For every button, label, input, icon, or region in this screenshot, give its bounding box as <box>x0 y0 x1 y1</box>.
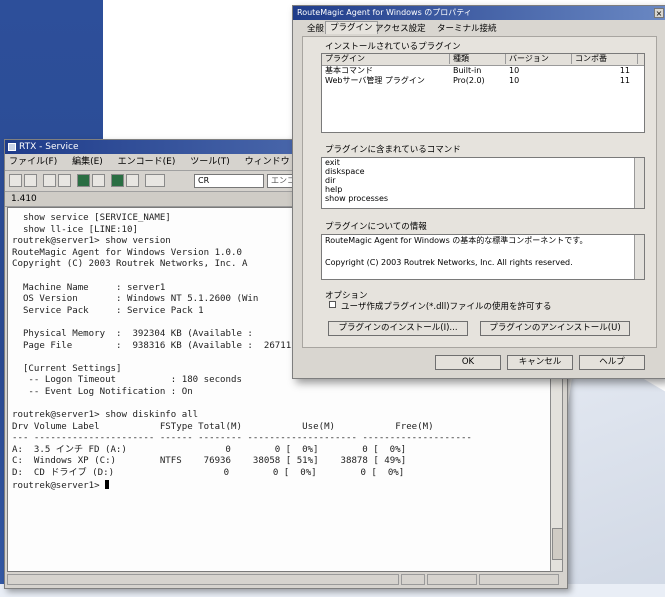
save-icon[interactable] <box>24 174 37 187</box>
newline-select[interactable]: CR <box>194 174 264 188</box>
allow-user-plugins-checkbox[interactable] <box>329 301 336 308</box>
terminal-line: routrek@server1> show diskinfo all <box>12 410 199 421</box>
dialog-tabs: 全般 プラグイン アクセス設定 ターミナル接続 <box>293 20 665 36</box>
terminal-line: Machine Name : server1 <box>12 282 166 293</box>
print-icon[interactable] <box>126 174 139 187</box>
terminal-line: [Current Settings] <box>12 363 122 374</box>
terminal-line: D: CD ドライブ (D:) 0 0 [ 0%] 0 [ 0%] <box>12 468 405 479</box>
status-cell-3 <box>479 574 559 585</box>
terminal-line: show service [SERVICE_NAME] <box>12 213 171 223</box>
tab-terminal[interactable]: ターミナル接続 <box>433 23 501 35</box>
plugin-info-label: プラグインについての情報 <box>325 222 427 232</box>
col-version[interactable]: バージョン <box>506 54 572 64</box>
allow-user-plugins-label: ユーザ作成プラグイン(*.dll)ファイルの使用を許可する <box>341 302 552 312</box>
plugin-version: 10 <box>509 66 520 75</box>
dialog-title: RouteMagic Agent for Windows のプロパティ <box>297 8 472 17</box>
plugin-name: Webサーバ管理 プラグイン <box>325 76 425 85</box>
status-cell-2 <box>427 574 477 585</box>
command-list-scrollbar[interactable] <box>634 158 644 208</box>
terminal-line: Copyright (C) 2003 Routrek Networks, Inc… <box>12 259 248 270</box>
command-item[interactable]: diskspace <box>322 167 644 176</box>
plugin-type: Built-in <box>453 66 482 75</box>
tab-access[interactable]: アクセス設定 <box>371 23 430 35</box>
log-icon[interactable] <box>111 174 124 187</box>
menu-window[interactable]: ウィンドウ <box>245 157 290 167</box>
terminal-line: OS Version : Windows NT 5.1.2600 (Win <box>12 294 259 305</box>
plugin-name: 基本コマンド <box>325 66 373 75</box>
col-plugin[interactable]: プラグイン <box>322 54 450 64</box>
info-line: Copyright (C) 2003 Routrek Networks, Inc… <box>325 258 573 267</box>
command-list[interactable]: exit diskspace dir help show processes <box>321 157 645 209</box>
ok-button[interactable]: OK <box>435 355 501 370</box>
uninstall-plugin-button[interactable]: プラグインのアンインストール(U) <box>480 321 630 336</box>
command-item[interactable]: show processes <box>322 194 644 203</box>
plugin-list[interactable]: プラグイン 種類 バージョン コンポ番 基本コマンド Built-in 10 1… <box>321 53 645 133</box>
keyboard-icon[interactable] <box>145 174 165 187</box>
menu-tools[interactable]: ツール(T) <box>190 157 230 167</box>
terminal-line: Drv Volume Label FSType Total(M) Use(M) … <box>12 421 434 432</box>
command-item[interactable]: dir <box>322 176 644 185</box>
terminal-line: RouteMagic Agent for Windows Version 1.0… <box>12 247 242 258</box>
status-cell-icon <box>401 574 425 585</box>
plugin-comp: 11 <box>619 76 630 85</box>
terminal-line: C: Windows XP (C:) NTFS 76936 38058 [ 51… <box>12 456 407 467</box>
terminal-line: -- Logon Timeout : 180 seconds <box>12 375 242 386</box>
menu-file[interactable]: ファイル(F) <box>9 157 57 167</box>
terminal-cursor <box>105 479 110 489</box>
menu-encoding[interactable]: エンコード(E) <box>118 157 176 167</box>
new-icon[interactable] <box>9 174 22 187</box>
terminal-line: routrek@server1> show version <box>12 236 171 247</box>
command-item[interactable]: help <box>322 185 644 194</box>
console-title: RTX - Service <box>19 142 79 152</box>
tab-plugins[interactable]: プラグイン <box>325 21 378 34</box>
plugins-panel: インストールされているプラグイン プラグイン 種類 バージョン コンポ番 基本コ… <box>302 36 657 348</box>
plugin-row[interactable]: 基本コマンド Built-in 10 11 <box>322 66 644 76</box>
terminal-line: show ll-ice [LINE:10] <box>12 224 138 235</box>
connect-icon[interactable] <box>43 174 56 187</box>
command-item[interactable]: exit <box>322 158 644 167</box>
disconnect-icon[interactable] <box>58 174 71 187</box>
plugin-type: Pro(2.0) <box>453 76 485 85</box>
terminal-line: Physical Memory : 392304 KB (Available : <box>12 328 253 339</box>
plugin-info-box[interactable]: RouteMagic Agent for Windows の基本的な標準コンポー… <box>321 234 645 280</box>
info-scrollbar[interactable] <box>634 235 644 279</box>
app-icon <box>8 143 16 151</box>
paste-icon[interactable] <box>92 174 105 187</box>
cancel-button[interactable]: キャンセル <box>507 355 573 370</box>
plugin-row[interactable]: Webサーバ管理 プラグイン Pro(2.0) 10 11 <box>322 76 644 86</box>
terminal-line: -- Event Log Notification : On <box>12 386 193 397</box>
terminal-line: Service Pack : Service Pack 1 <box>12 305 204 316</box>
installed-plugins-label: インストールされているプラグイン <box>325 42 461 52</box>
menu-edit[interactable]: 編集(E) <box>72 157 103 167</box>
info-line <box>322 246 644 257</box>
properties-dialog: RouteMagic Agent for Windows のプロパティ × 全般… <box>292 5 665 379</box>
col-type[interactable]: 種類 <box>450 54 506 64</box>
copy-icon[interactable] <box>77 174 90 187</box>
install-plugin-button[interactable]: プラグインのインストール(I)... <box>328 321 468 336</box>
dialog-titlebar[interactable]: RouteMagic Agent for Windows のプロパティ × <box>293 6 665 20</box>
terminal-line: A: 3.5 インチ FD (A:) 0 0 [ 0%] 0 [ 0%] <box>12 444 407 455</box>
help-button[interactable]: ヘルプ <box>579 355 645 370</box>
plugin-version: 10 <box>509 76 520 85</box>
terminal-line: routrek@server1> <box>12 480 106 491</box>
commands-label: プラグインに含まれているコマンド <box>325 145 461 155</box>
close-icon[interactable]: × <box>654 8 664 18</box>
plugin-list-header: プラグイン 種類 バージョン コンポ番 <box>322 54 644 66</box>
info-line: RouteMagic Agent for Windows の基本的な標準コンポー… <box>325 236 588 245</box>
session-tab-label: 1.410 <box>11 194 37 204</box>
col-comp[interactable]: コンポ番 <box>572 54 638 64</box>
terminal-line: --- ---------------------- ------ ------… <box>12 433 472 444</box>
scrollbar-thumb[interactable] <box>552 528 563 560</box>
console-statusbar <box>7 574 562 586</box>
plugin-comp: 11 <box>619 66 630 75</box>
status-cell-main <box>7 574 399 585</box>
